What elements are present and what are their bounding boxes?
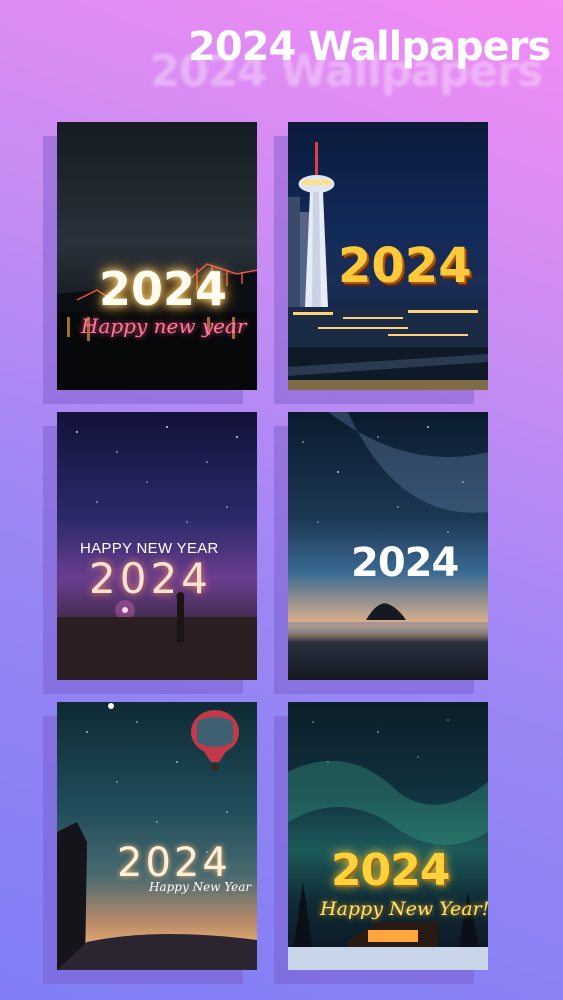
year-text: 2024: [89, 554, 212, 603]
year-text: 2024: [99, 262, 228, 316]
page-title: 2024 Wallpapers: [188, 24, 551, 70]
wallpaper-caption: Happy New Year: [149, 880, 252, 894]
wallpaper-card-6[interactable]: 2024 Happy New Year!: [288, 702, 488, 970]
wallpaper-card-2[interactable]: 2024: [288, 122, 488, 390]
wallpaper-image: [288, 719, 488, 970]
wallpaper-card-4[interactable]: 2024: [288, 412, 488, 680]
wallpaper-card-3[interactable]: HAPPY NEW YEAR 2024: [57, 412, 257, 680]
year-text: 2024: [331, 845, 450, 896]
wallpaper-image: [57, 263, 257, 390]
wallpaper-caption: Happy New Year!: [320, 898, 488, 920]
wallpaper-card-5[interactable]: 2024 Happy New Year: [57, 702, 257, 970]
year-text: 2024: [351, 540, 459, 586]
wallpaper-image: [57, 703, 257, 970]
wallpaper-card-1[interactable]: 2024 Happy new year: [57, 122, 257, 390]
wallpaper-caption: Happy new year: [81, 314, 247, 338]
year-text: 2024: [338, 238, 472, 294]
